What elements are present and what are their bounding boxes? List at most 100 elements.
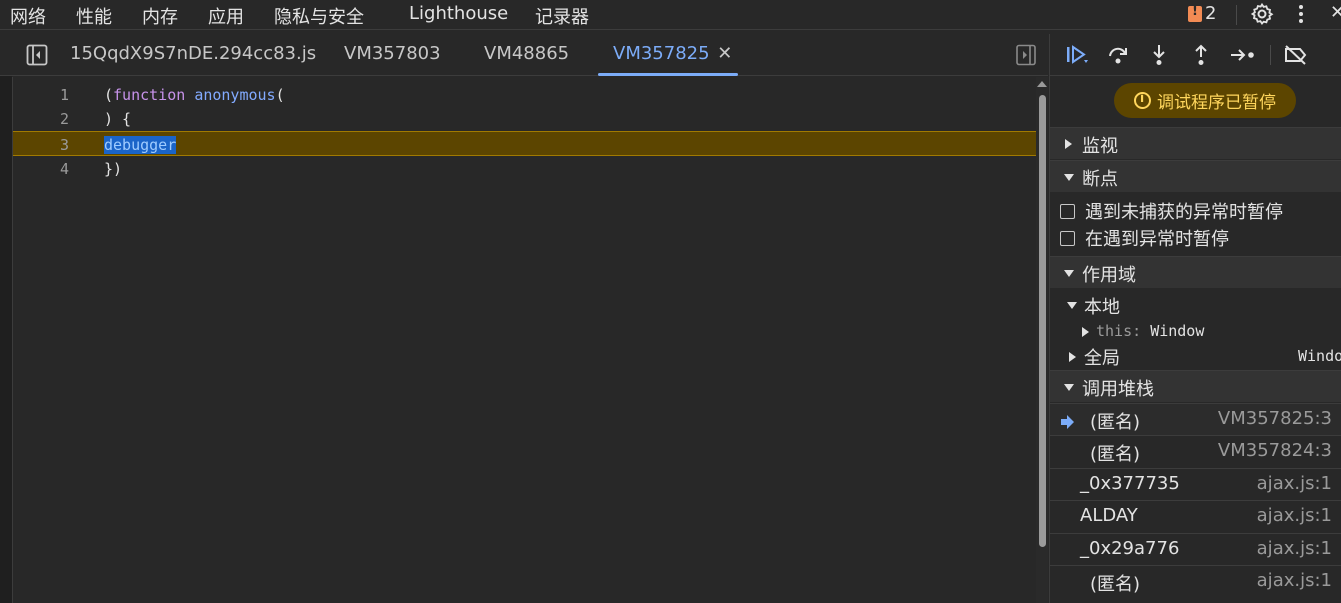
- line-number[interactable]: 4: [39, 160, 69, 178]
- pause-caught-exceptions-option[interactable]: 在遇到异常时暂停: [1060, 225, 1229, 251]
- collapse-arrow-icon: [1067, 302, 1077, 309]
- frame-location[interactable]: ajax.js:1: [1257, 505, 1332, 526]
- close-devtools-icon[interactable]: ✕: [1330, 2, 1341, 23]
- call-frame[interactable]: _0x377735 ajax.js:1: [1050, 468, 1341, 500]
- property-key: this: [1096, 322, 1133, 340]
- toolbar-divider: [1236, 5, 1237, 25]
- property-separator: :: [1132, 322, 1142, 340]
- scope-this-property[interactable]: this: Window: [1050, 319, 1341, 345]
- code-token: (: [275, 86, 285, 104]
- step-over-icon[interactable]: [1106, 43, 1130, 72]
- section-title: 断点: [1082, 169, 1118, 190]
- scope-label: 本地: [1084, 297, 1120, 318]
- left-rail: [0, 34, 12, 603]
- gear-icon[interactable]: [1250, 2, 1274, 31]
- pause-uncaught-exceptions-option[interactable]: 遇到未捕获的异常时暂停: [1060, 198, 1283, 224]
- breakpoints-section-header[interactable]: 断点: [1050, 160, 1341, 192]
- editor-tab-bar: 15QqdX9S7nDE.294cc83.js VM357803 VM48865…: [0, 34, 1048, 76]
- frame-name: (匿名): [1090, 574, 1141, 595]
- property-value: Window: [1150, 322, 1205, 340]
- devtools-top-menu: 网络 性能 内存 应用 隐私与安全 Lighthouse 记录器 2 ✕: [0, 0, 1341, 30]
- collapse-arrow-icon: [1064, 270, 1074, 277]
- code-text: (function anonymous(: [104, 86, 285, 104]
- scope-global[interactable]: 全局 Windo: [1050, 343, 1341, 369]
- tab-vm357825[interactable]: VM357825 ✕: [613, 43, 732, 64]
- call-frame[interactable]: (匿名) VM357824:3: [1050, 435, 1341, 467]
- debugger-statement: debugger: [104, 136, 177, 154]
- call-frame[interactable]: ALDAY ajax.js:1: [1050, 500, 1341, 532]
- call-frame[interactable]: (匿名) ajax.js:1: [1050, 565, 1341, 597]
- section-title: 监视: [1082, 136, 1118, 157]
- step-out-icon[interactable]: [1189, 43, 1213, 72]
- issues-button[interactable]: 2: [1188, 3, 1216, 24]
- code-text: ) {: [104, 110, 131, 128]
- property-entry: this: Window: [1096, 322, 1204, 340]
- collapse-arrow-icon: [1064, 384, 1074, 391]
- menu-lighthouse[interactable]: Lighthouse: [409, 3, 508, 24]
- sidebar-toggle-icon[interactable]: [26, 44, 48, 71]
- resume-icon[interactable]: [1064, 43, 1090, 72]
- debugger-sidebar: 调试程序已暂停 监视 断点 遇到未捕获的异常时暂停 在遇到异常时暂停 作用域 本…: [1049, 34, 1341, 603]
- checkbox-label: 在遇到异常时暂停: [1085, 229, 1229, 250]
- line-number[interactable]: 3: [39, 136, 69, 154]
- frame-location[interactable]: VM357825:3: [1218, 408, 1332, 429]
- editor-scrollbar-thumb[interactable]: [1039, 95, 1046, 547]
- call-frame[interactable]: (匿名) VM357825:3: [1050, 403, 1341, 435]
- line-number[interactable]: 2: [39, 110, 69, 128]
- code-line[interactable]: 2 ) {: [13, 106, 1036, 131]
- frame-location[interactable]: ajax.js:1: [1257, 570, 1332, 591]
- more-options-icon[interactable]: [1297, 3, 1305, 30]
- section-title: 调用堆栈: [1082, 379, 1154, 400]
- tab-close-icon[interactable]: ✕: [717, 43, 732, 64]
- tab-vm48865[interactable]: VM48865: [484, 43, 569, 64]
- active-tab-indicator: [598, 73, 738, 76]
- pause-uncaught-checkbox[interactable]: [1060, 203, 1075, 219]
- scroll-up-arrow-icon[interactable]: [1037, 81, 1047, 87]
- debugger-sidebar-toggle-icon[interactable]: [1016, 44, 1036, 71]
- step-into-icon[interactable]: [1147, 43, 1171, 72]
- menu-privacy-security[interactable]: 隐私与安全: [274, 3, 364, 29]
- frame-name: (匿名): [1090, 444, 1141, 465]
- scope-section-header[interactable]: 作用域: [1050, 256, 1341, 288]
- tab-label: VM357825: [613, 43, 710, 64]
- current-frame-arrow-icon: [1060, 413, 1074, 434]
- toolbar-divider: [1270, 45, 1271, 65]
- line-number[interactable]: 1: [39, 86, 69, 104]
- tab-vm357803[interactable]: VM357803: [344, 43, 441, 64]
- frame-name: ALDAY: [1080, 505, 1138, 526]
- call-frame[interactable]: _0x29a776 ajax.js:1: [1050, 533, 1341, 565]
- frame-name: _0x377735: [1080, 473, 1180, 494]
- step-icon[interactable]: [1229, 43, 1257, 72]
- deactivate-breakpoints-icon[interactable]: [1283, 43, 1309, 72]
- checkbox-label: 遇到未捕获的异常时暂停: [1085, 202, 1283, 223]
- scope-label: 全局: [1084, 348, 1120, 369]
- scope-global-value: Windo: [1298, 347, 1341, 365]
- paused-code-line[interactable]: 3 debugger: [13, 131, 1036, 156]
- debugger-toolbar: [1050, 34, 1341, 76]
- menu-recorder[interactable]: 记录器: [535, 3, 589, 29]
- frame-name: _0x29a776: [1080, 538, 1180, 559]
- frame-location[interactable]: ajax.js:1: [1257, 473, 1332, 494]
- scope-local[interactable]: 本地: [1050, 292, 1341, 318]
- pause-caught-checkbox[interactable]: [1060, 230, 1075, 246]
- code-token: }): [104, 160, 123, 178]
- frame-location[interactable]: ajax.js:1: [1257, 538, 1332, 559]
- menu-application[interactable]: 应用: [208, 3, 244, 29]
- expand-arrow-icon: [1069, 352, 1076, 362]
- code-token: ) {: [104, 110, 132, 128]
- collapse-arrow-icon: [1064, 174, 1074, 181]
- frame-location[interactable]: VM357824:3: [1218, 440, 1332, 461]
- source-editor[interactable]: 1 (function anonymous( 2 ) { 3 debugger …: [12, 77, 1048, 603]
- watch-section-header[interactable]: 监视: [1050, 127, 1341, 159]
- menu-network[interactable]: 网络: [10, 3, 46, 29]
- menu-memory[interactable]: 内存: [142, 3, 178, 29]
- code-line[interactable]: 4 }): [13, 156, 1036, 181]
- tab-15qqdx9s7nde[interactable]: 15QqdX9S7nDE.294cc83.js: [70, 43, 316, 64]
- issues-count: 2: [1205, 3, 1217, 24]
- issue-flag-icon: [1188, 4, 1202, 22]
- code-token-function-name: anonymous: [194, 86, 276, 104]
- code-line[interactable]: 1 (function anonymous(: [13, 82, 1036, 107]
- menu-performance[interactable]: 性能: [76, 3, 112, 29]
- code-text: }): [104, 160, 122, 178]
- callstack-section-header[interactable]: 调用堆栈: [1050, 370, 1341, 402]
